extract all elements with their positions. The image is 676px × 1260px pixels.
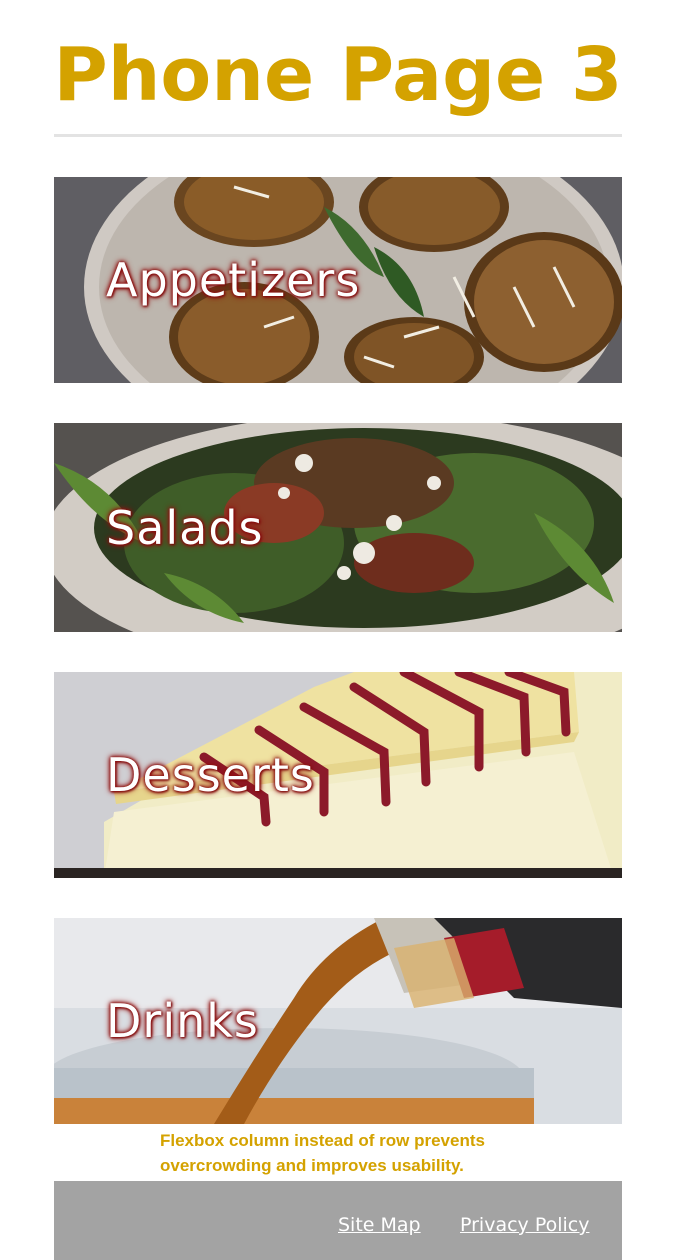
caption-note: Flexbox column instead of row prevents o… <box>160 1131 485 1175</box>
footer: Site Map Privacy Policy <box>54 1181 622 1260</box>
privacy-policy-link[interactable]: Privacy Policy <box>460 1214 589 1236</box>
page-title: Phone Page 3 <box>53 32 623 118</box>
menu-card-label: Appetizers <box>106 253 361 307</box>
menu-card-salads[interactable]: Salads <box>54 423 622 632</box>
menu-card-desserts[interactable]: Desserts <box>54 672 622 878</box>
menu-card-label: Desserts <box>106 748 315 802</box>
site-map-link[interactable]: Site Map <box>338 1214 421 1236</box>
menu-card-drinks[interactable]: Drinks <box>54 918 622 1124</box>
menu-card-label: Salads <box>106 500 264 555</box>
menu-card-label: Drinks <box>106 994 259 1048</box>
menu-card-appetizers[interactable]: Appetizers <box>54 177 622 383</box>
header-divider <box>54 134 622 137</box>
